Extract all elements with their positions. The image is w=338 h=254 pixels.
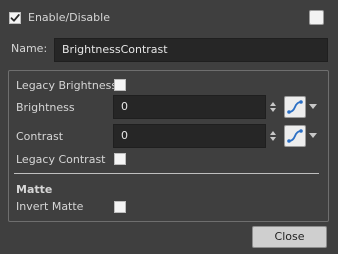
invert-matte-label: Invert Matte	[16, 200, 84, 213]
checkmark-icon	[10, 14, 20, 22]
brightness-chevron-down-icon[interactable]	[309, 104, 317, 109]
name-input[interactable]: BrightnessContrast	[54, 38, 328, 62]
matte-heading: Matte	[16, 183, 53, 196]
function-curve-icon	[287, 100, 303, 114]
top-right-checkbox[interactable]	[309, 10, 324, 25]
legacy-contrast-checkbox[interactable]	[114, 153, 126, 165]
brightness-label: Brightness	[16, 101, 75, 114]
function-curve-icon	[287, 129, 303, 143]
contrast-function-button[interactable]	[284, 125, 306, 147]
contrast-spin-arrows-icon[interactable]	[269, 129, 277, 143]
brightness-spin-arrows-icon[interactable]	[269, 100, 277, 114]
contrast-input[interactable]: 0	[113, 124, 266, 148]
contrast-label: Contrast	[16, 130, 64, 143]
name-label: Name:	[11, 42, 48, 55]
enable-label: Enable/Disable	[28, 11, 110, 24]
section-divider	[14, 173, 319, 174]
close-button[interactable]: Close	[252, 226, 327, 248]
invert-matte-checkbox[interactable]	[114, 201, 126, 213]
brightness-input[interactable]: 0	[113, 95, 266, 119]
brightness-function-button[interactable]	[284, 96, 306, 118]
enable-checkbox[interactable]	[9, 12, 21, 24]
legacy-brightness-label: Legacy Brightness	[16, 79, 118, 92]
contrast-chevron-down-icon[interactable]	[309, 133, 317, 138]
legacy-brightness-checkbox[interactable]	[114, 79, 126, 91]
legacy-contrast-label: Legacy Contrast	[16, 153, 106, 166]
